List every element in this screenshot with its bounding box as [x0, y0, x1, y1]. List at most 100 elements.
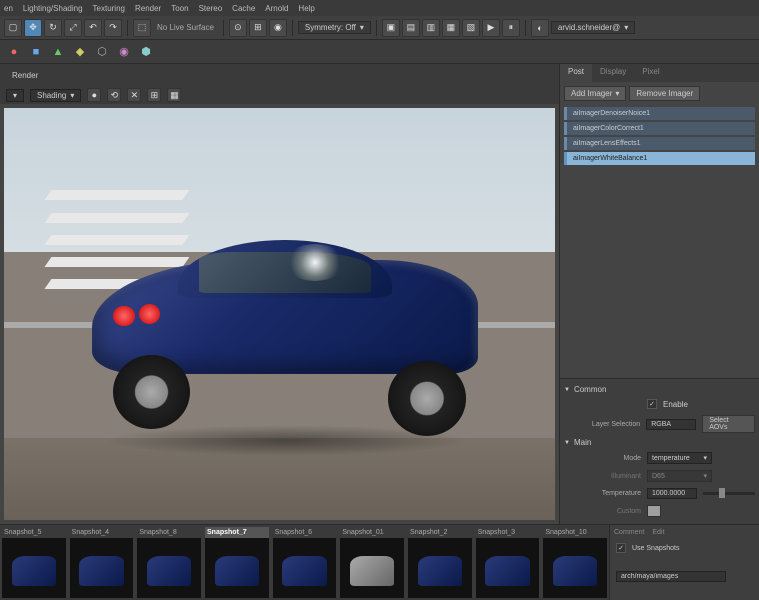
- imager-item[interactable]: aiImagerLensEffects1: [564, 137, 755, 150]
- tool-select-icon[interactable]: ▢: [4, 19, 22, 37]
- tool-pause-icon[interactable]: ⏸: [502, 19, 520, 37]
- menu-item[interactable]: Cache: [232, 4, 255, 13]
- imager-item[interactable]: aiImagerColorCorrect1: [564, 122, 755, 135]
- viewport-icon[interactable]: ●: [87, 88, 101, 102]
- custom-label: Custom: [576, 508, 641, 515]
- menu-item[interactable]: Arnold: [265, 4, 288, 13]
- tool-icon[interactable]: ▦: [442, 19, 460, 37]
- enable-checkbox[interactable]: [647, 399, 657, 409]
- shading-dropdown[interactable]: Shading▾: [30, 89, 81, 102]
- select-aovs-button[interactable]: Select AOVs: [702, 415, 755, 433]
- symmetry-dropdown[interactable]: Symmetry: Off▾: [298, 21, 371, 34]
- menu-bar: en Lighting/Shading Texturing Render Too…: [0, 0, 759, 16]
- viewport-toolbar: ▾ Shading▾ ● ⟲ ✕ ⊞ ▦: [0, 86, 559, 104]
- tool-scale-icon[interactable]: ⤢: [64, 19, 82, 37]
- panel-tabs: Post Display Pixel: [560, 64, 759, 82]
- rendered-image: [4, 108, 555, 520]
- menu-item[interactable]: Help: [298, 4, 314, 13]
- tool-snap-icon[interactable]: ⬚: [133, 19, 151, 37]
- properties-panel: Common Enable Layer Selection Select AOV…: [560, 378, 759, 524]
- section-main[interactable]: Main: [564, 436, 755, 449]
- menu-item[interactable]: en: [4, 4, 13, 13]
- snapshot-thumb[interactable]: Snapshot_4: [70, 527, 134, 598]
- temperature-label: Temperature: [576, 490, 641, 497]
- snapshot-thumb[interactable]: Snapshot_5: [2, 527, 66, 598]
- tool-icon[interactable]: ▥: [422, 19, 440, 37]
- menu-item[interactable]: Texturing: [93, 4, 125, 13]
- viewport-icon[interactable]: ▦: [167, 88, 181, 102]
- menu-item[interactable]: Stereo: [199, 4, 223, 13]
- illuminant-label: Illuminant: [576, 473, 641, 480]
- shelf-icon[interactable]: ⬡: [92, 42, 112, 62]
- render-dropdown[interactable]: ▾: [6, 89, 24, 102]
- chevron-down-icon: ▾: [624, 23, 628, 32]
- temperature-input[interactable]: [647, 488, 697, 499]
- render-tab[interactable]: Render: [6, 69, 44, 82]
- snapshot-thumb[interactable]: Snapshot_10: [543, 527, 607, 598]
- section-common[interactable]: Common: [564, 383, 755, 396]
- menu-item[interactable]: Lighting/Shading: [23, 4, 83, 13]
- main-toolbar: ▢ ✥ ↻ ⤢ ↶ ↷ ⬚ No Live Surface ⊙ ⊞ ◉ Symm…: [0, 16, 759, 40]
- tool-move-icon[interactable]: ✥: [24, 19, 42, 37]
- menu-item[interactable]: Toon: [171, 4, 188, 13]
- tool-icon[interactable]: ▤: [402, 19, 420, 37]
- snapshot-thumb[interactable]: Snapshot_2: [408, 527, 472, 598]
- mode-label: Mode: [576, 455, 641, 462]
- viewport-icon[interactable]: ✕: [127, 88, 141, 102]
- main-area: Render ▾ Shading▾ ● ⟲ ✕ ⊞ ▦: [0, 64, 759, 524]
- snapshot-thumbnails: Snapshot_5 Snapshot_4 Snapshot_8 Snapsho…: [0, 525, 609, 600]
- snapshot-thumb[interactable]: Snapshot_3: [476, 527, 540, 598]
- snapshot-options: Comment Edit Use Snapshots: [609, 525, 759, 600]
- chevron-down-icon: ▾: [615, 89, 619, 98]
- imager-item[interactable]: aiImagerDenoiserNoice1: [564, 107, 755, 120]
- shelf-icon[interactable]: ●: [4, 42, 24, 62]
- viewport-icon[interactable]: ⟲: [107, 88, 121, 102]
- tool-icon[interactable]: ▧: [462, 19, 480, 37]
- tool-play-icon[interactable]: ▶: [482, 19, 500, 37]
- tool-undo-icon[interactable]: ↶: [84, 19, 102, 37]
- custom-color-swatch: [647, 505, 661, 517]
- tab-post[interactable]: Post: [560, 64, 592, 82]
- mode-dropdown[interactable]: temperature▾: [647, 452, 712, 464]
- snapshot-thumb[interactable]: Snapshot_6: [273, 527, 337, 598]
- tool-pivot-icon[interactable]: ◉: [269, 19, 287, 37]
- tab-pixel[interactable]: Pixel: [634, 64, 667, 82]
- tab-edit[interactable]: Edit: [652, 529, 664, 536]
- tool-magnet-icon[interactable]: ⊙: [229, 19, 247, 37]
- temperature-slider[interactable]: [703, 492, 755, 495]
- live-surface-label: No Live Surface: [157, 23, 214, 32]
- layer-label: Layer Selection: [576, 421, 640, 428]
- remove-imager-button[interactable]: Remove Imager: [629, 86, 700, 101]
- illuminant-dropdown: D65▾: [647, 470, 712, 482]
- render-view[interactable]: [4, 108, 555, 520]
- chevron-down-icon: ▾: [703, 472, 707, 480]
- shelf-icon[interactable]: ◉: [114, 42, 134, 62]
- viewport-area: Render ▾ Shading▾ ● ⟲ ✕ ⊞ ▦: [0, 64, 559, 524]
- menu-item[interactable]: Render: [135, 4, 161, 13]
- chevron-down-icon: ▾: [70, 91, 74, 100]
- use-snapshots-checkbox[interactable]: [616, 543, 626, 553]
- tool-icon[interactable]: ▣: [382, 19, 400, 37]
- snapshot-thumb[interactable]: Snapshot_7: [205, 527, 269, 598]
- tool-icon[interactable]: ◐: [531, 19, 549, 37]
- imager-item[interactable]: aiImagerWhiteBalance1: [564, 152, 755, 165]
- bottom-area: Snapshot_5 Snapshot_4 Snapshot_8 Snapsho…: [0, 524, 759, 600]
- shelf-icon[interactable]: ◆: [70, 42, 90, 62]
- shelf-icon[interactable]: ■: [26, 42, 46, 62]
- shelf-icon[interactable]: ⬢: [136, 42, 156, 62]
- snapshot-thumb[interactable]: Snapshot_8: [137, 527, 201, 598]
- tab-comment[interactable]: Comment: [614, 529, 644, 536]
- tool-rotate-icon[interactable]: ↻: [44, 19, 62, 37]
- shelf-icon[interactable]: ▲: [48, 42, 68, 62]
- viewport-header: Render: [0, 64, 559, 86]
- tab-display[interactable]: Display: [592, 64, 634, 82]
- add-imager-button[interactable]: Add Imager▾: [564, 86, 626, 101]
- layer-input[interactable]: [646, 419, 696, 430]
- user-dropdown[interactable]: arvid.schneider@▾: [551, 21, 635, 34]
- viewport-icon[interactable]: ⊞: [147, 88, 161, 102]
- imager-list: aiImagerDenoiserNoice1 aiImagerColorCorr…: [560, 105, 759, 169]
- tool-redo-icon[interactable]: ↷: [104, 19, 122, 37]
- tool-grid-icon[interactable]: ⊞: [249, 19, 267, 37]
- snapshot-thumb[interactable]: Snapshot_01: [340, 527, 404, 598]
- path-input[interactable]: [616, 571, 726, 582]
